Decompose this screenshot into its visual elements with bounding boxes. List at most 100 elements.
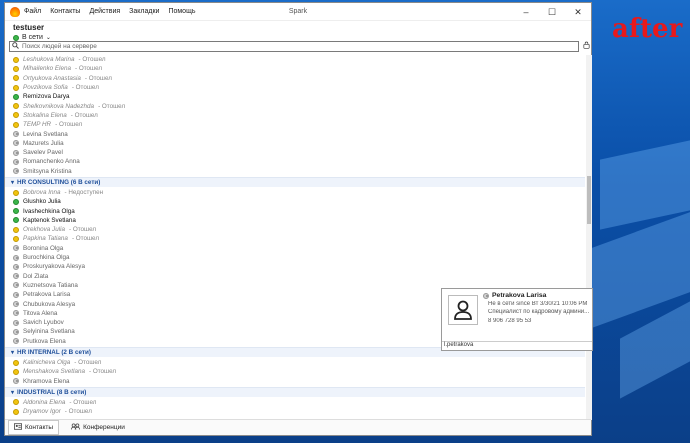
contact-name: Mihailenko Elena bbox=[23, 65, 71, 73]
popup-phone: 8 906 728 95 53 bbox=[488, 318, 532, 324]
contact-name: Shelkovnikova Nadezhda bbox=[23, 102, 95, 110]
contact-row[interactable]: Burochkina Olga bbox=[5, 253, 585, 262]
contact-row[interactable]: Leshukova Marina - Отошел bbox=[5, 55, 585, 64]
contact-row[interactable]: Orekhova Julia - Отошел bbox=[5, 225, 585, 234]
offline-status-icon bbox=[13, 301, 19, 308]
contact-row[interactable]: Khramova Elena bbox=[5, 377, 585, 386]
contact-name: Khramova Elena bbox=[23, 377, 70, 385]
group-title: HR INTERNAL (2 В сети) bbox=[17, 348, 91, 356]
group-title: INDUSTRIAL (8 В сети) bbox=[17, 388, 87, 396]
contact-status-text: - Отошел bbox=[69, 398, 97, 406]
contact-row[interactable]: Proskuryakova Alesya bbox=[5, 262, 585, 271]
contact-row[interactable]: TEMP HR - Отошел bbox=[5, 120, 585, 129]
contact-row[interactable]: Mazurets Julia bbox=[5, 139, 585, 148]
popup-jid: l.petrakova bbox=[442, 341, 592, 350]
tab-conferences[interactable]: Конференции bbox=[65, 420, 131, 435]
maximize-button[interactable]: ☐ bbox=[539, 3, 565, 21]
away-status-icon bbox=[13, 56, 19, 63]
contact-name: Smitsyna Kristina bbox=[23, 167, 72, 175]
avatar bbox=[448, 295, 478, 325]
contact-name: Ortyukova Anastasia bbox=[23, 74, 81, 82]
contact-row[interactable]: Menshakova Svetlana - Отошел bbox=[5, 367, 585, 376]
offline-status-icon bbox=[13, 245, 19, 252]
contact-row[interactable]: Smitsyna Kristina bbox=[5, 167, 585, 176]
contact-row[interactable]: Shelkovnikova Nadezhda - Отошел bbox=[5, 101, 585, 110]
offline-status-icon bbox=[13, 263, 19, 270]
contact-name: Kalinicheva Olga bbox=[23, 359, 71, 367]
offline-status-icon bbox=[13, 291, 19, 298]
offline-status-icon bbox=[13, 168, 19, 175]
contact-row[interactable]: Dryamov Igor - Отошел bbox=[5, 407, 585, 416]
online-status-icon bbox=[13, 217, 19, 224]
contact-status-text: - Отошел bbox=[55, 121, 83, 129]
contact-status-text: - Недоступен bbox=[64, 189, 104, 196]
online-status-icon bbox=[13, 93, 19, 100]
online-status-icon bbox=[13, 198, 19, 205]
offline-status-icon bbox=[13, 131, 19, 138]
contact-row[interactable]: Bobrova Inna - Недоступен bbox=[5, 188, 585, 197]
minimize-button[interactable]: – bbox=[513, 3, 539, 21]
menu-item[interactable]: Файл bbox=[24, 8, 41, 15]
tab-contacts[interactable]: Контакты bbox=[8, 420, 60, 435]
group-header[interactable]: ▾ INDUSTRIAL (8 В сети) bbox=[5, 386, 585, 397]
title-bar: Файл Контакты Действия Закладки Помощь Spark… bbox=[5, 3, 591, 21]
offline-status-icon bbox=[483, 292, 489, 299]
spark-flame-icon bbox=[10, 6, 20, 17]
username: testuser bbox=[13, 23, 45, 32]
contact-info-popup: Petrakova Larisa Не в сети since Вт 3/30… bbox=[441, 288, 593, 351]
group-title: HR CONSULTING (6 В сети) bbox=[17, 178, 101, 186]
group-header[interactable]: ▾ HR CONSULTING (6 В сети) bbox=[5, 176, 585, 187]
contact-name: Savelev Pavel bbox=[23, 149, 63, 157]
presence-selector[interactable]: В сети ⌄ bbox=[13, 34, 591, 41]
contact-name: Mazurets Julia bbox=[23, 139, 64, 147]
contacts-icon bbox=[14, 423, 22, 432]
contact-status-text: - Отошел bbox=[88, 368, 117, 376]
contact-row[interactable]: Povzikova Sofia - Отошел bbox=[5, 83, 585, 92]
contact-row[interactable]: Glushko Julia bbox=[5, 197, 585, 206]
menu-item[interactable]: Помощь bbox=[168, 8, 195, 15]
contact-name: Ivashechkina Olga bbox=[23, 207, 75, 215]
chevron-down-icon: ⌄ bbox=[45, 35, 51, 41]
contact-row[interactable]: Dol Zlata bbox=[5, 272, 585, 281]
contact-row[interactable]: Remizova Darya bbox=[5, 92, 585, 101]
offline-status-icon bbox=[13, 158, 19, 165]
popup-contact-name: Petrakova Larisa bbox=[483, 292, 546, 299]
scrollbar-thumb[interactable] bbox=[587, 176, 591, 224]
contact-row[interactable]: Aldonina Elena - Отошел bbox=[5, 398, 585, 407]
conference-icon bbox=[71, 423, 81, 432]
away-status-icon bbox=[13, 189, 19, 196]
contact-name: Orekhova Julia bbox=[23, 226, 65, 234]
contact-row[interactable]: Ivashechkina Olga bbox=[5, 206, 585, 215]
away-status-icon bbox=[13, 75, 19, 82]
away-status-icon bbox=[13, 121, 19, 128]
away-status-icon bbox=[13, 65, 19, 72]
offline-status-icon bbox=[13, 149, 19, 156]
contact-row[interactable]: Papkina Tatiana - Отошел bbox=[5, 234, 585, 243]
contact-status-text: - Отошел bbox=[69, 226, 97, 234]
contact-row[interactable]: Kalinicheva Olga - Отошел bbox=[5, 358, 585, 367]
lock-icon[interactable] bbox=[583, 41, 590, 51]
search-placeholder: Поиск людей на сервере bbox=[22, 43, 97, 50]
contact-name: Dryamov Igor bbox=[23, 408, 61, 416]
contact-row[interactable]: Levina Svetlana bbox=[5, 129, 585, 138]
contact-row[interactable]: Savelev Pavel bbox=[5, 148, 585, 157]
contact-row[interactable]: Mihailenko Elena - Отошел bbox=[5, 64, 585, 73]
contact-row[interactable]: Ortyukova Anastasia - Отошел bbox=[5, 74, 585, 83]
close-button[interactable]: ✕ bbox=[565, 3, 591, 21]
menu-item[interactable]: Действия bbox=[89, 8, 120, 15]
contact-row[interactable]: Romanchenko Anna bbox=[5, 157, 585, 166]
contact-row[interactable]: Kaptenok Svetlana bbox=[5, 216, 585, 225]
contact-row[interactable]: Stokalina Elena - Отошел bbox=[5, 111, 585, 120]
menu-item[interactable]: Закладки bbox=[129, 8, 159, 15]
contact-name: Remizova Darya bbox=[23, 93, 70, 101]
vertical-scrollbar[interactable] bbox=[586, 55, 592, 420]
contact-status-text: - Отошел bbox=[71, 235, 100, 243]
away-status-icon bbox=[13, 103, 19, 110]
away-status-icon bbox=[13, 359, 19, 366]
search-field[interactable]: Поиск людей на сервере bbox=[9, 41, 579, 52]
contact-row[interactable]: Boronina Olga bbox=[5, 244, 585, 253]
menu-item[interactable]: Контакты bbox=[50, 8, 80, 15]
offline-status-icon bbox=[13, 310, 19, 317]
contact-list[interactable]: Leshukova Marina - Отошел Mihailenko Elena… bbox=[5, 55, 585, 420]
offline-status-icon bbox=[13, 140, 19, 147]
